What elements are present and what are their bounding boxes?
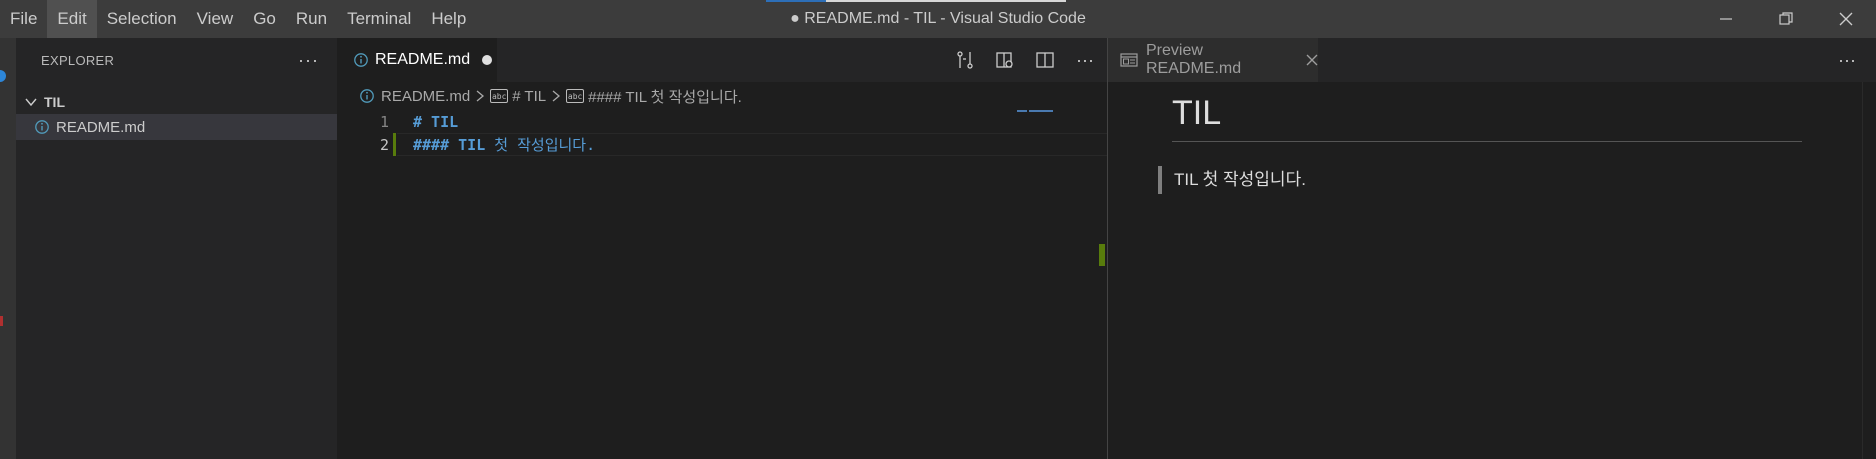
more-actions-button[interactable]: ··· xyxy=(1073,48,1097,72)
code-heading: # TIL xyxy=(413,112,459,131)
open-preview-to-side-icon xyxy=(996,52,1013,68)
menu-terminal[interactable]: Terminal xyxy=(337,0,421,38)
tab-label: README.md xyxy=(375,51,471,68)
explorer-sidebar: EXPLORER ··· TIL README.md xyxy=(16,38,337,459)
explorer-title: EXPLORER xyxy=(41,52,115,68)
code-line-1[interactable]: 1 # TIL xyxy=(337,110,1107,133)
open-preview-to-side-button[interactable] xyxy=(993,48,1017,72)
file-label: README.md xyxy=(56,118,146,136)
preview-more-actions-icon[interactable]: ··· xyxy=(1838,38,1856,82)
window-controls xyxy=(1696,0,1876,38)
editor-group-1: README.md ··· README.md abc # TIL abc ##… xyxy=(337,38,1354,459)
tab-readme[interactable]: README.md xyxy=(337,38,497,82)
breadcrumb-h4[interactable]: #### TIL 첫 작성입니다. xyxy=(588,86,742,107)
editor-scrollbar[interactable] xyxy=(1093,110,1107,459)
chevron-right-icon xyxy=(550,89,562,103)
preview-heading: TIL xyxy=(1172,94,1802,142)
tab-label: Preview README.md xyxy=(1146,42,1242,77)
preview-scrollbar[interactable] xyxy=(1862,82,1876,459)
preview-icon xyxy=(1120,52,1138,68)
explorer-header: EXPLORER ··· xyxy=(16,38,337,82)
more-actions-icon: ··· xyxy=(1076,49,1094,70)
minimize-icon xyxy=(1720,18,1732,20)
preview-tab-bar: Preview README.md ··· xyxy=(1108,38,1876,82)
code-editor[interactable]: 1 # TIL 2 #### TIL 첫 작성입니다. xyxy=(337,110,1354,156)
menu-view[interactable]: View xyxy=(187,0,244,38)
line-number: 2 xyxy=(379,135,389,154)
modified-gutter-marker xyxy=(393,133,396,156)
file-readme[interactable]: README.md xyxy=(16,114,337,140)
title-bar: File Edit Selection View Go Run Terminal… xyxy=(0,0,1876,38)
menu-help[interactable]: Help xyxy=(421,0,476,38)
code-text: # TIL xyxy=(413,113,458,131)
menu-selection[interactable]: Selection xyxy=(97,0,187,38)
breadcrumb-h1[interactable]: # TIL xyxy=(512,88,546,105)
activity-marker xyxy=(0,316,3,326)
activity-badge xyxy=(0,70,6,82)
chevron-down-icon xyxy=(22,93,40,111)
close-icon xyxy=(1839,12,1853,26)
tab-preview-readme[interactable]: Preview README.md xyxy=(1108,38,1318,82)
open-changes-button[interactable] xyxy=(953,48,977,72)
chevron-right-icon xyxy=(474,89,486,103)
unsaved-dot-icon[interactable] xyxy=(482,55,493,65)
editor-group-2: Preview README.md ··· TIL TIL 첫 작성입니다. xyxy=(1108,38,1876,459)
scrollbar-change-marker xyxy=(1099,244,1105,266)
minimap[interactable] xyxy=(1017,110,1077,112)
info-icon xyxy=(34,119,50,135)
title-accent-bar xyxy=(766,0,1066,2)
line-number: 1 xyxy=(379,112,389,131)
open-changes-icon xyxy=(957,51,973,69)
breadcrumb: README.md abc # TIL abc #### TIL 첫 작성입니다… xyxy=(337,82,1107,110)
string-symbol-icon: abc xyxy=(566,89,585,103)
folder-til[interactable]: TIL xyxy=(16,90,337,114)
explorer-more-actions-icon[interactable]: ··· xyxy=(298,50,319,71)
menu-bar: File Edit Selection View Go Run Terminal… xyxy=(0,0,476,38)
restore-button[interactable] xyxy=(1756,0,1816,38)
menu-run[interactable]: Run xyxy=(286,0,337,38)
breadcrumb-file[interactable]: README.md xyxy=(381,88,470,105)
markdown-preview: TIL TIL 첫 작성입니다. xyxy=(1108,82,1876,194)
info-icon xyxy=(353,52,369,68)
close-window-button[interactable] xyxy=(1816,0,1876,38)
preview-blockquote: TIL 첫 작성입니다. xyxy=(1158,166,1876,194)
menu-edit[interactable]: Edit xyxy=(47,0,97,38)
split-editor-icon xyxy=(1036,52,1054,68)
info-icon xyxy=(359,88,375,104)
minimize-button[interactable] xyxy=(1696,0,1756,38)
editor-actions: ··· xyxy=(953,38,1097,82)
string-symbol-icon: abc xyxy=(490,89,509,103)
menu-file[interactable]: File xyxy=(0,0,47,38)
code-line-2[interactable]: 2 #### TIL 첫 작성입니다. xyxy=(337,133,1354,156)
close-tab-icon[interactable] xyxy=(1306,54,1318,66)
menu-go[interactable]: Go xyxy=(243,0,286,38)
split-editor-button[interactable] xyxy=(1033,48,1057,72)
editor-tab-bar: README.md ··· xyxy=(337,38,1107,82)
restore-icon xyxy=(1779,12,1793,25)
folder-label: TIL xyxy=(44,94,65,110)
activity-bar xyxy=(0,38,16,459)
